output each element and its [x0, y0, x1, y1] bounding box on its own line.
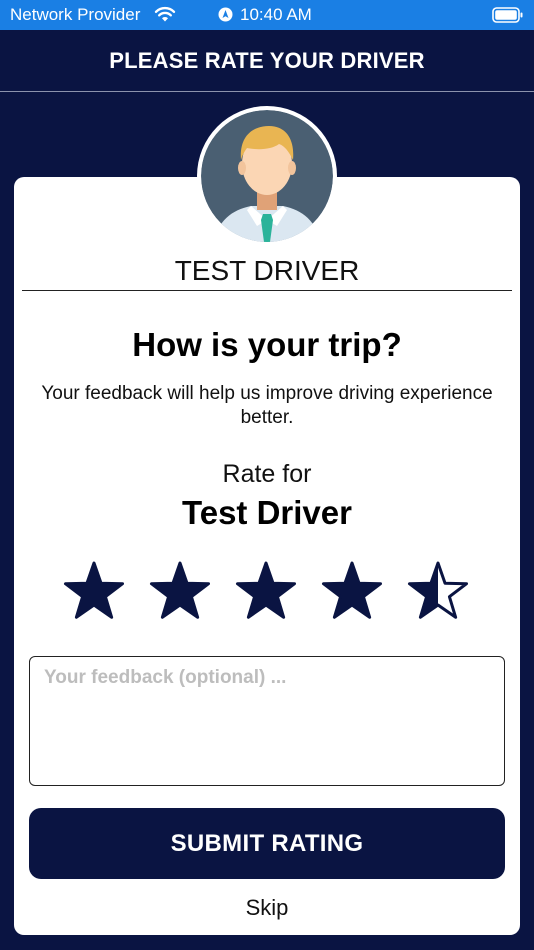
- rate-driver-name: Test Driver: [182, 494, 352, 531]
- star-icon-3[interactable]: [235, 560, 297, 622]
- star-icon-2[interactable]: [149, 560, 211, 622]
- page-header: PLEASE RATE YOUR DRIVER: [0, 30, 534, 92]
- trip-question: How is your trip?: [132, 326, 402, 363]
- driver-name-heading: TEST DRIVER: [22, 252, 512, 291]
- wifi-icon: [154, 6, 176, 27]
- location-arrow-icon: [218, 7, 233, 27]
- feedback-subtitle: Your feedback will help us improve drivi…: [41, 383, 493, 428]
- submit-rating-button[interactable]: SUBMIT RATING: [29, 808, 505, 879]
- status-time: 10:40 AM: [240, 5, 312, 24]
- driver-avatar-icon: [201, 110, 333, 242]
- feedback-input[interactable]: [29, 656, 505, 786]
- status-bar: Network Provider 10:40 AM: [0, 0, 534, 30]
- star-icon-1[interactable]: [63, 560, 125, 622]
- star-icon-4[interactable]: [321, 560, 383, 622]
- star-icon-5[interactable]: [407, 560, 469, 622]
- page-title: PLEASE RATE YOUR DRIVER: [109, 47, 425, 73]
- driver-avatar: [197, 106, 337, 246]
- rate-for-label: Rate for: [222, 460, 312, 488]
- carrier-label: Network Provider: [10, 5, 141, 24]
- star-rating: [63, 560, 473, 622]
- skip-link[interactable]: Skip: [14, 895, 520, 921]
- battery-icon: [492, 7, 524, 28]
